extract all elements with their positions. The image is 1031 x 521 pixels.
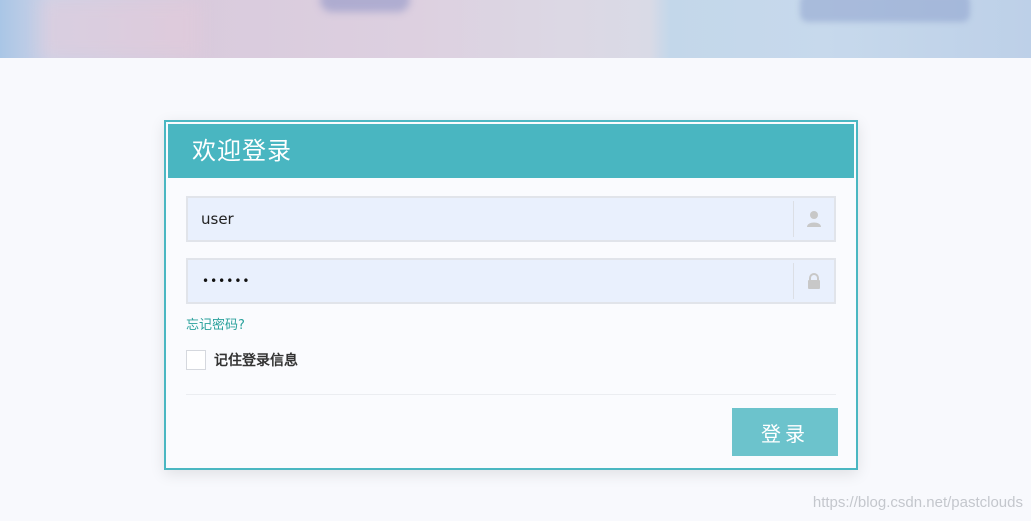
remember-me[interactable]: 记住登录信息: [186, 350, 298, 370]
watermark-text: https://blog.csdn.net/pastclouds: [812, 494, 1023, 511]
login-title: 欢迎登录: [192, 137, 292, 165]
top-banner-image: [0, 0, 1031, 58]
login-button[interactable]: 登录: [732, 408, 838, 456]
username-input[interactable]: [188, 198, 794, 240]
username-field[interactable]: [186, 196, 836, 242]
remember-checkbox[interactable]: [186, 350, 206, 370]
user-icon: [793, 201, 834, 237]
forgot-password-link[interactable]: 忘记密码?: [186, 314, 245, 333]
login-panel: 欢迎登录 •••••• 忘记密码? 记住登录信息 登录: [164, 120, 858, 470]
lock-icon: [793, 263, 834, 299]
remember-label[interactable]: 记住登录信息: [214, 350, 298, 370]
login-header: 欢迎登录: [168, 124, 854, 178]
password-field[interactable]: ••••••: [186, 258, 836, 304]
divider: [186, 394, 836, 395]
password-input[interactable]: ••••••: [202, 260, 250, 302]
